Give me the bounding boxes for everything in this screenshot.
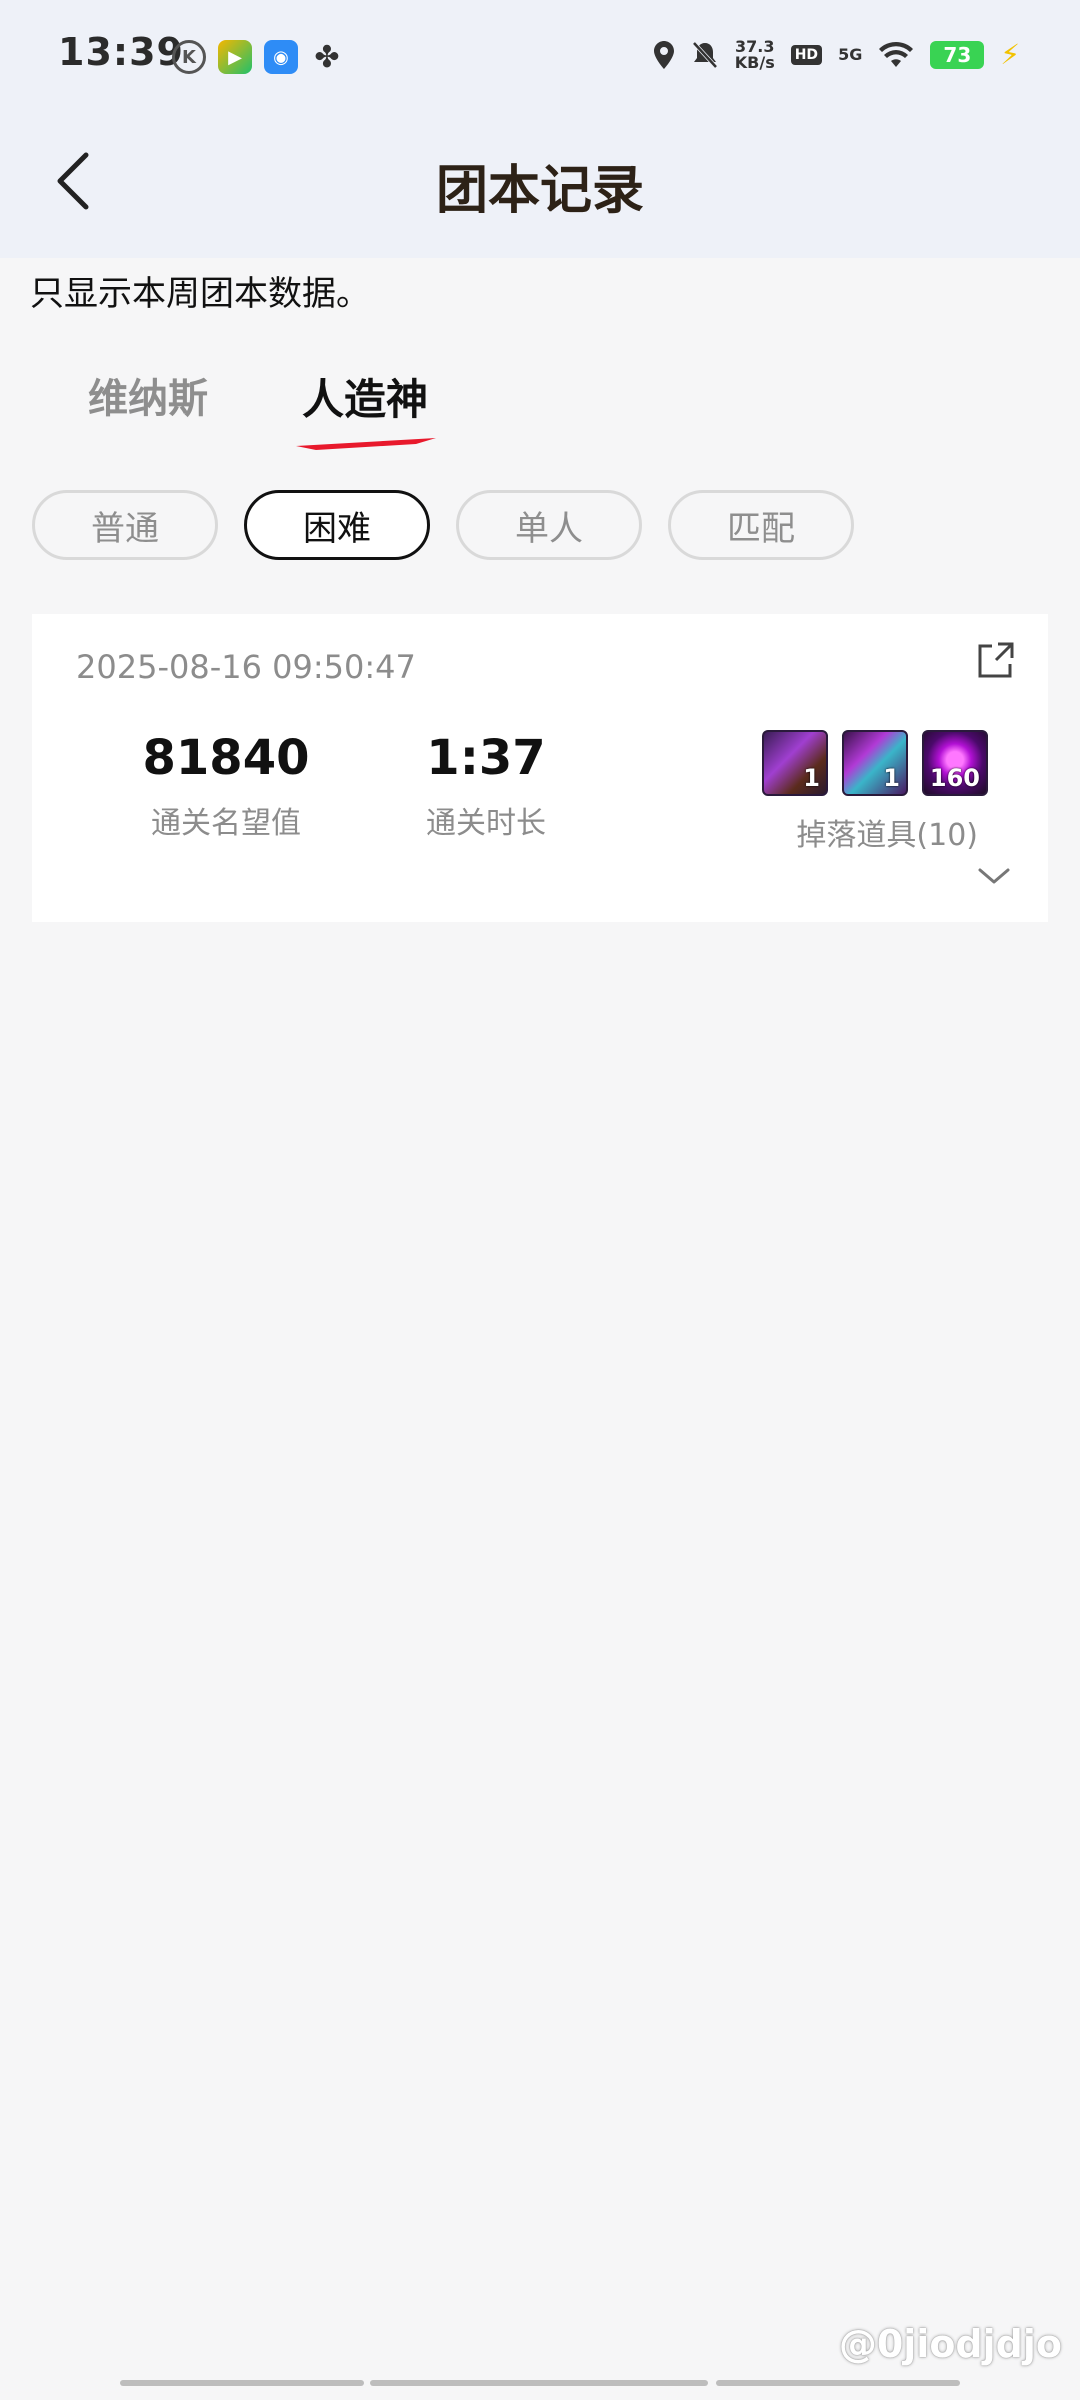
- duration-stat: 1:37 通关时长: [376, 730, 596, 842]
- location-icon: [653, 40, 674, 69]
- header-bar: 13:39 K ▶ ◉ ✤ 37.3 KB/s HD 5G 73 ⚡ 团本记录: [0, 0, 1080, 258]
- hd-icon: HD: [790, 44, 823, 65]
- drops-section: 1 1 160 掉落道具(10): [738, 730, 988, 854]
- tab-artificial-god[interactable]: 人造神: [302, 366, 428, 427]
- charging-bolt-icon: ⚡: [1000, 38, 1020, 71]
- drop-item[interactable]: 160: [922, 730, 988, 796]
- drop-item[interactable]: 1: [762, 730, 828, 796]
- drop-item-qty: 160: [929, 764, 980, 792]
- mute-bell-icon: [692, 41, 718, 68]
- drop-item[interactable]: 1: [842, 730, 908, 796]
- tab-venus[interactable]: 维纳斯: [88, 366, 208, 424]
- drops-label: 掉落道具(10): [796, 818, 978, 853]
- drop-item-qty: 1: [883, 764, 900, 792]
- wifi-icon: [879, 41, 914, 67]
- speed-unit: KB/s: [734, 52, 775, 72]
- record-datetime: 2025-08-16 09:50:47: [76, 648, 416, 686]
- watermark: @0jiodjdjo: [838, 2322, 1062, 2366]
- battery-indicator: 73: [930, 40, 985, 69]
- duration-value: 1:37: [426, 730, 546, 786]
- drop-items: 1 1 160: [738, 730, 988, 796]
- page-title: 团本记录: [435, 161, 644, 221]
- notice-text: 只显示本周团本数据。: [30, 274, 370, 314]
- bag-app-icon: ◉: [264, 40, 298, 74]
- share-icon: [978, 642, 1014, 678]
- reputation-stat: 81840 通关名望值: [96, 730, 356, 842]
- chevron-down-icon: [978, 868, 1010, 884]
- status-system-icons: 37.3 KB/s HD 5G 73 ⚡: [653, 38, 1020, 71]
- reputation-value: 81840: [142, 730, 310, 786]
- filter-solo[interactable]: 单人: [456, 490, 642, 560]
- signal-5g-icon: 5G: [838, 45, 863, 64]
- status-app-icons: K ▶ ◉ ✤: [172, 39, 344, 75]
- filter-normal[interactable]: 普通: [32, 490, 218, 560]
- filter-match[interactable]: 匹配: [668, 490, 854, 560]
- network-speed: 37.3 KB/s: [734, 38, 775, 72]
- record-card: 2025-08-16 09:50:47 81840 通关名望值 1:37 通关时…: [32, 614, 1048, 922]
- share-button[interactable]: [976, 640, 1016, 680]
- nav-bar-segment: [716, 2380, 960, 2386]
- filter-hard[interactable]: 困难: [244, 490, 430, 560]
- video-app-icon: ▶: [218, 40, 252, 74]
- nav-bar-segment: [370, 2380, 708, 2386]
- fan-app-icon: ✤: [314, 39, 340, 75]
- nav-bar-segment: [120, 2380, 364, 2386]
- status-time: 13:39: [58, 30, 184, 74]
- expand-button[interactable]: [976, 864, 1012, 888]
- drop-item-qty: 1: [803, 764, 820, 792]
- duration-label: 通关时长: [426, 806, 546, 841]
- tab-active-indicator: [296, 438, 436, 450]
- k-icon: K: [172, 40, 206, 74]
- reputation-label: 通关名望值: [151, 806, 301, 841]
